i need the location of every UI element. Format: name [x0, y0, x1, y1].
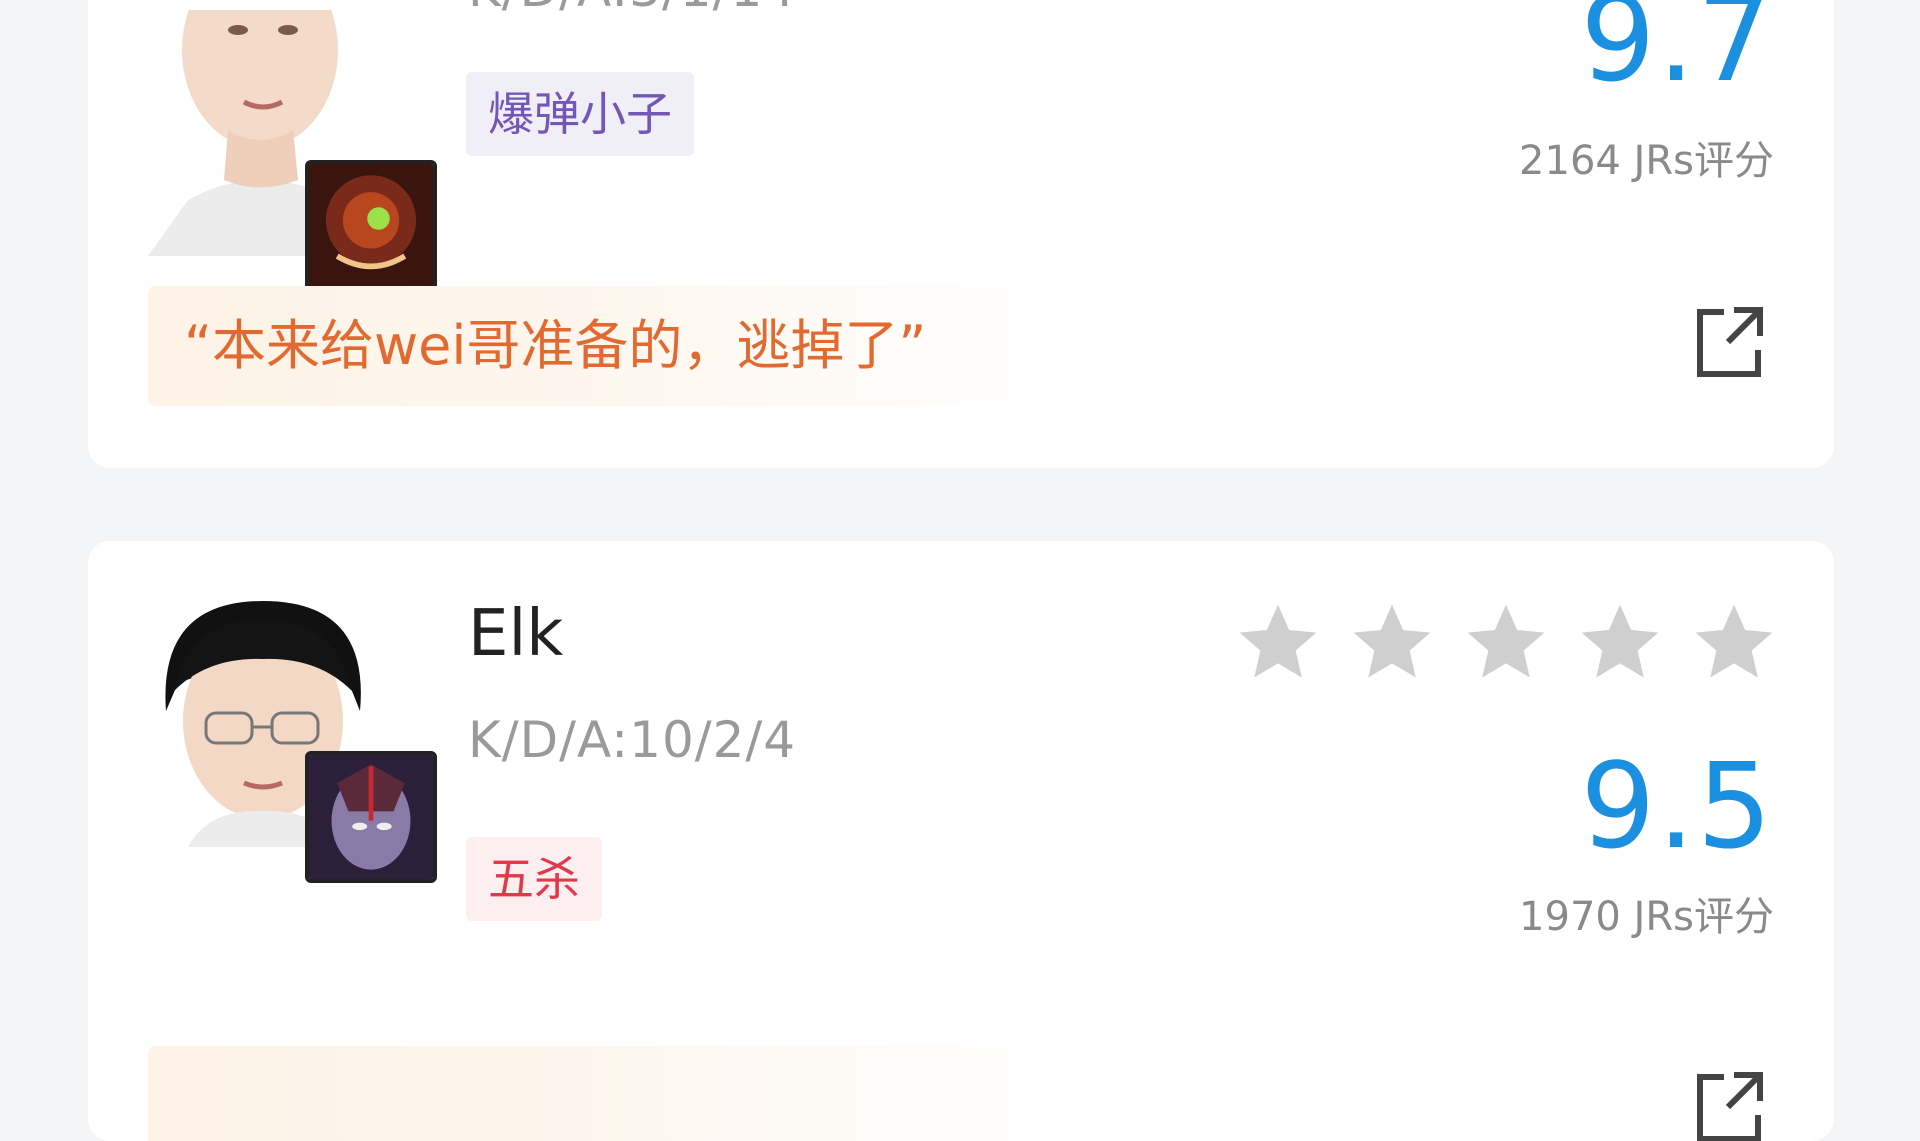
achievement-tag: 五杀 [466, 837, 602, 921]
star-icon[interactable] [1574, 597, 1666, 689]
star-rating[interactable] [1232, 597, 1780, 689]
kda-stat: K/D/A:10/2/4 [468, 711, 797, 769]
share-icon[interactable] [1694, 304, 1764, 380]
featured-comment[interactable] [148, 1046, 1048, 1141]
champion-icon [305, 751, 437, 883]
player-card[interactable]: Elk K/D/A:10/2/4 五杀 9.5 1970 JRs评分 [88, 541, 1834, 1141]
star-icon[interactable] [1346, 597, 1438, 689]
featured-comment[interactable]: “本来给wei哥准备的，逃掉了” [148, 286, 1048, 406]
player-avatar [148, 10, 437, 292]
rating-score: 9.5 [1580, 737, 1774, 875]
champion-icon [305, 160, 437, 292]
rating-count: 2164 JRs评分 [1519, 138, 1774, 184]
player-card[interactable]: K/D/A:3/1/14 爆弹小子 9.7 2164 JRs评分 “本来给wei… [88, 0, 1834, 468]
star-icon[interactable] [1460, 597, 1552, 689]
kda-stat: K/D/A:3/1/14 [468, 0, 796, 18]
rating-score: 9.7 [1580, 0, 1774, 108]
star-icon[interactable] [1232, 597, 1324, 689]
player-avatar [148, 601, 437, 883]
rating-count: 1970 JRs评分 [1519, 894, 1774, 940]
player-name: Elk [468, 597, 564, 671]
champion-tag: 爆弹小子 [466, 72, 694, 156]
star-icon[interactable] [1688, 597, 1780, 689]
